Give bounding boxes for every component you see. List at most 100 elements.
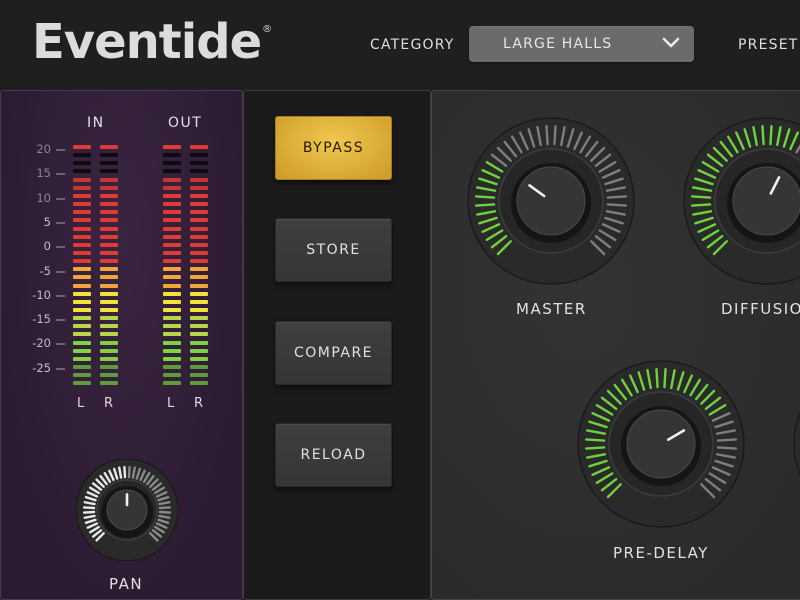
master-knob[interactable] xyxy=(466,116,636,290)
meter-led xyxy=(100,153,118,158)
meter-led xyxy=(73,299,91,304)
knob-tick xyxy=(584,446,606,450)
meter-led xyxy=(163,308,181,312)
knob-tick xyxy=(716,446,738,450)
bypass-button[interactable]: BYPASS xyxy=(275,116,392,180)
meter-led xyxy=(190,250,208,255)
knob-tick xyxy=(716,438,738,442)
in-left-label: L xyxy=(77,396,85,411)
out-meter-title: OUT xyxy=(168,115,203,131)
meter-led xyxy=(190,324,208,329)
meter-led xyxy=(190,299,208,304)
compare-button[interactable]: COMPARE xyxy=(275,321,392,385)
scale-label: 15 xyxy=(36,166,51,181)
scale-label: -25 xyxy=(32,360,51,375)
meter-led xyxy=(163,153,181,158)
meter-led xyxy=(73,145,91,149)
meter-led xyxy=(190,283,208,288)
knob-tick xyxy=(545,124,549,146)
knob-tick xyxy=(123,465,127,479)
diffusion-label: DIFFUSION xyxy=(721,300,800,318)
meter-led xyxy=(163,348,181,353)
meter-led xyxy=(190,169,208,174)
meter-led xyxy=(190,202,208,207)
diffusion-knob[interactable] xyxy=(682,116,800,290)
meter-led xyxy=(73,283,91,288)
scale-label: 20 xyxy=(36,142,51,156)
reload-button[interactable]: RELOAD xyxy=(275,423,392,487)
meter-led xyxy=(190,348,208,353)
knob-tick xyxy=(82,510,96,514)
meter-led xyxy=(73,340,91,345)
meter-led xyxy=(190,308,208,312)
meter-led xyxy=(73,348,91,353)
meter-led xyxy=(163,193,181,198)
knob-tick xyxy=(761,124,765,146)
knob-tick xyxy=(553,124,557,146)
chevron-down-icon xyxy=(662,37,680,48)
knob-tick xyxy=(606,203,628,207)
category-dropdown[interactable]: LARGE HALLS xyxy=(469,26,694,62)
meter-led xyxy=(100,381,118,386)
pre-delay-knob[interactable] xyxy=(576,359,746,533)
meter-led xyxy=(100,177,118,182)
meter-led xyxy=(73,193,91,198)
meter-led xyxy=(163,291,181,296)
in-right-label: R xyxy=(104,396,114,411)
knob-tick xyxy=(82,506,96,510)
meter-led xyxy=(100,324,118,329)
scale-tick xyxy=(56,246,65,249)
meter-led xyxy=(73,275,91,280)
meter-led xyxy=(163,283,181,288)
store-button[interactable]: STORE xyxy=(275,218,392,282)
in-meter-title: IN xyxy=(87,115,105,131)
meter-led xyxy=(163,340,181,345)
meter-led xyxy=(163,275,181,280)
meter-led xyxy=(100,210,118,215)
knob-cap xyxy=(516,166,586,236)
category-label: CATEGORY xyxy=(370,37,455,53)
meter-led xyxy=(100,185,118,190)
meter-led xyxy=(190,356,208,361)
meter-led xyxy=(190,161,208,166)
scale-label: 10 xyxy=(36,190,51,205)
meter-led xyxy=(190,242,208,247)
meter-led xyxy=(100,202,118,207)
partial-knob[interactable] xyxy=(792,359,800,533)
knob-tick xyxy=(690,195,712,199)
knob-tick xyxy=(690,203,712,207)
meter-led xyxy=(163,218,181,223)
pan-knob[interactable] xyxy=(75,458,179,562)
meter-led xyxy=(73,177,91,182)
meter-led xyxy=(100,340,118,345)
meter-led xyxy=(190,226,208,231)
meter-led xyxy=(73,226,91,231)
knob-tick xyxy=(606,195,628,199)
meter-led xyxy=(163,316,181,321)
meter-led xyxy=(190,234,208,239)
knob-tick xyxy=(474,203,496,207)
header: Eventide ® CATEGORY LARGE HALLS PRESET xyxy=(0,0,800,90)
meter-led xyxy=(190,185,208,190)
scale-tick xyxy=(56,197,65,200)
meter-led xyxy=(100,356,118,361)
meter-led xyxy=(100,226,118,231)
knob-cap xyxy=(626,409,696,479)
meter-led xyxy=(73,250,91,255)
meter-led xyxy=(163,324,181,329)
meter-led xyxy=(190,340,208,345)
scale-tick xyxy=(56,221,65,224)
knob-tick xyxy=(127,465,131,479)
meter-led xyxy=(73,202,91,207)
meter-led xyxy=(163,169,181,174)
meter-led xyxy=(73,365,91,370)
meter-led xyxy=(190,259,208,264)
knob-tick xyxy=(158,510,172,514)
meter-led xyxy=(190,332,208,337)
out-right-label: R xyxy=(194,396,204,411)
meter-led xyxy=(190,193,208,198)
scale-tick xyxy=(56,367,65,370)
meter-led xyxy=(100,161,118,166)
meter-led xyxy=(100,275,118,280)
meter-led xyxy=(100,348,118,353)
